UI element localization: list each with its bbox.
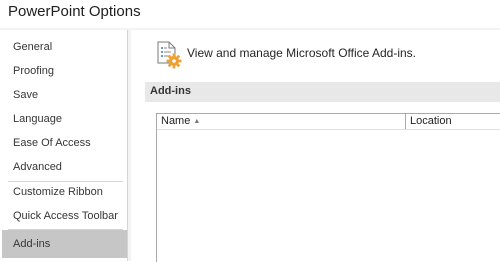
sort-ascending-icon: ▲ [193, 118, 201, 125]
options-sidebar: General Proofing Save Language Ease Of A… [0, 30, 128, 261]
column-header-location[interactable]: Location [406, 114, 500, 129]
column-header-label: Name [161, 115, 191, 127]
sidebar-item-customize-ribbon[interactable]: Customize Ribbon [2, 181, 127, 203]
sidebar-item-general[interactable]: General [2, 36, 127, 58]
sidebar-item-label: Save [13, 89, 39, 101]
sidebar-item-label: Language [13, 113, 62, 125]
add-ins-table[interactable]: Name ▲ Location [156, 113, 500, 262]
sidebar-item-label: Quick Access Toolbar [13, 210, 118, 222]
sidebar-item-label: Add-ins [13, 238, 51, 250]
sidebar-item-label: Customize Ribbon [13, 186, 103, 198]
panel-header-text: View and manage Microsoft Office Add-ins… [187, 46, 417, 60]
section-title: Add-ins [150, 85, 191, 97]
column-header-name[interactable]: Name ▲ [157, 114, 406, 129]
sidebar-item-add-ins[interactable]: Add-ins [2, 230, 127, 258]
addins-document-gear-icon [155, 40, 185, 70]
sidebar-item-proofing[interactable]: Proofing [2, 60, 127, 82]
title-bar: PowerPoint Options [0, 0, 500, 28]
sidebar-item-save[interactable]: Save [2, 84, 127, 106]
window-title: PowerPoint Options [8, 3, 141, 20]
sidebar-item-label: Ease Of Access [13, 137, 91, 149]
sidebar-item-label: Advanced [13, 161, 62, 173]
column-header-label: Location [410, 115, 452, 127]
sidebar-item-quick-access-toolbar[interactable]: Quick Access Toolbar [2, 205, 127, 227]
sidebar-item-language[interactable]: Language [2, 108, 127, 130]
add-ins-panel: View and manage Microsoft Office Add-ins… [131, 30, 500, 262]
sidebar-item-advanced[interactable]: Advanced [2, 156, 127, 178]
header-divider [157, 129, 500, 130]
section-header: Add-ins [145, 82, 500, 102]
sidebar-item-label: Proofing [13, 65, 54, 77]
sidebar-item-label: General [13, 41, 53, 53]
sidebar-item-ease-of-access[interactable]: Ease Of Access [2, 132, 127, 154]
